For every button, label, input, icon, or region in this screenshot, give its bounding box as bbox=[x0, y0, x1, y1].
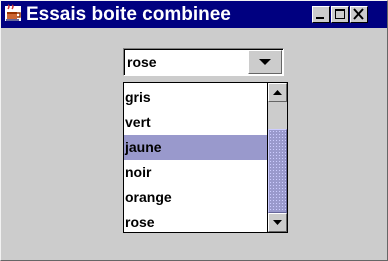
dropdown-item[interactable]: jaune bbox=[124, 135, 267, 160]
combo-dropdown-popup: gris vert jaune noir orange rose bbox=[123, 82, 288, 233]
minimize-button[interactable] bbox=[312, 6, 330, 23]
minimize-icon bbox=[316, 17, 324, 19]
dropdown-item[interactable]: vert bbox=[124, 110, 267, 135]
maximize-button[interactable] bbox=[331, 6, 349, 23]
dropdown-item[interactable]: orange bbox=[124, 185, 267, 210]
coffee-cup-icon[interactable] bbox=[4, 4, 24, 24]
dropdown-item[interactable]: rose bbox=[124, 210, 267, 235]
combo-dropdown-button[interactable] bbox=[248, 50, 282, 74]
dropdown-item[interactable]: gris bbox=[124, 85, 267, 110]
color-combo-box[interactable]: rose bbox=[123, 48, 284, 76]
close-button[interactable] bbox=[350, 6, 368, 23]
arrow-up-icon bbox=[273, 90, 282, 95]
combo-selected-value: rose bbox=[127, 54, 157, 70]
scroll-track[interactable] bbox=[268, 102, 287, 213]
chevron-down-icon bbox=[259, 59, 271, 65]
window-title: Essais boite combinee bbox=[26, 4, 231, 25]
scroll-up-button[interactable] bbox=[268, 83, 287, 102]
close-icon bbox=[353, 8, 364, 20]
vertical-scrollbar[interactable] bbox=[267, 83, 287, 232]
maximize-icon bbox=[335, 9, 345, 19]
dropdown-list[interactable]: gris vert jaune noir orange rose bbox=[124, 83, 267, 232]
title-bar[interactable]: Essais boite combinee bbox=[1, 1, 387, 28]
app-window: Essais boite combinee rose gris vert jaune… bbox=[0, 0, 388, 261]
dropdown-item[interactable]: noir bbox=[124, 160, 267, 185]
arrow-down-icon bbox=[273, 220, 282, 225]
scroll-down-button[interactable] bbox=[268, 213, 287, 232]
scroll-thumb[interactable] bbox=[268, 129, 287, 213]
